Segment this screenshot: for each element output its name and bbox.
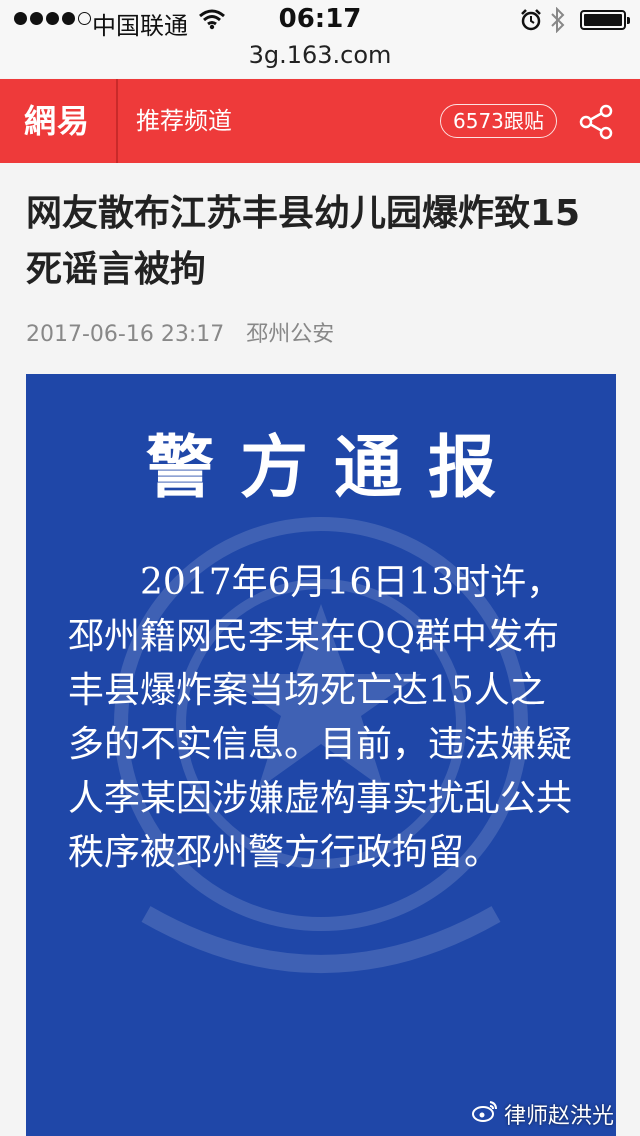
police-notice-image: 警方通报 2017年6月16日13时许，邳州籍网民李某在QQ群中发布丰县爆炸案当… [26,374,616,1136]
status-bar: 中国联通 06:17 [0,0,640,40]
share-icon[interactable] [578,103,616,145]
watermark-text: 律师赵洪光 [503,1104,614,1129]
article-title: 网友散布江苏丰县幼儿园爆炸致15死谣言被拘 [26,193,581,290]
publish-date: 2017-06-16 23:17 [26,322,225,347]
address-bar[interactable]: 3g.163.com [0,40,640,78]
netease-logo[interactable]: 網易 [0,79,114,163]
channel-link[interactable]: 推荐频道 [136,79,232,163]
alarm-icon [520,9,542,35]
weibo-icon [471,1100,498,1128]
comments-count-button[interactable]: 6573跟贴 [440,104,557,138]
battery-icon [580,10,630,30]
notice-text: 2017年6月16日13时许，邳州籍网民李某在QQ群中发布丰县爆炸案当场死亡达1… [68,562,573,873]
site-header: 網易 推荐频道 6573跟贴 [0,79,640,163]
article-source[interactable]: 邳州公安 [246,322,334,347]
header-divider [116,79,118,163]
article-meta: 2017-06-16 23:17 邳州公安 [26,316,334,348]
weibo-watermark: 律师赵洪光 [471,1098,614,1130]
clock-time: 06:17 [278,4,362,34]
bluetooth-icon [550,6,566,37]
notice-heading: 警方通报 [145,428,522,508]
